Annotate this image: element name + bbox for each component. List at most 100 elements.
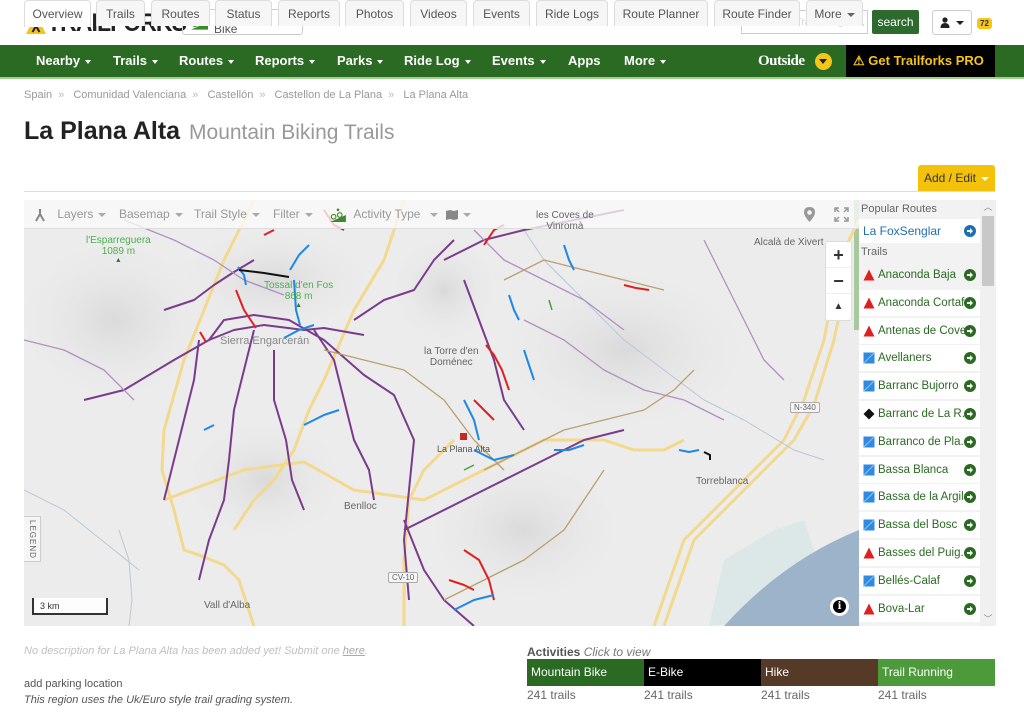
arrow-right-icon[interactable] [964, 296, 976, 309]
tab-overview[interactable]: Overview [24, 0, 91, 27]
info-icon[interactable] [830, 597, 849, 616]
compass-button[interactable]: ▲ [826, 294, 851, 320]
scroll-thumb[interactable] [982, 216, 994, 286]
activity-count: 241 trails [644, 688, 693, 702]
breadcrumb-item[interactable]: Comunidad Valenciana [73, 89, 186, 101]
notification-badge[interactable]: 72 [977, 18, 992, 29]
nav-nearby[interactable]: Nearby [36, 45, 92, 77]
nav-ride-log[interactable]: Ride Log [404, 45, 471, 77]
peak-elevation: 1089 m [101, 246, 136, 257]
tab-photos[interactable]: Photos [345, 0, 404, 26]
tab-route-planner[interactable]: Route Planner [614, 0, 708, 26]
scroll-up-icon[interactable]: ︿ [980, 200, 996, 214]
breadcrumb-item[interactable]: Spain [24, 89, 52, 101]
filter-button[interactable]: Filter [273, 200, 313, 229]
arrow-right-icon[interactable] [964, 574, 976, 587]
trail-list-item[interactable]: Bova-Lar [859, 595, 980, 622]
nav-apps[interactable]: Apps [568, 45, 601, 77]
trail-list-item[interactable]: Barranc Bujorro [859, 373, 980, 400]
arrow-right-icon[interactable] [964, 463, 976, 476]
nav-label: Apps [568, 53, 601, 68]
nav-label: Parks [337, 53, 373, 68]
trail-list-item[interactable]: Antenas de Coves [859, 317, 980, 344]
submit-description-link[interactable]: here [343, 645, 365, 657]
map-style-button[interactable] [446, 200, 471, 229]
nav-more[interactable]: More [624, 45, 667, 77]
trail-list-item[interactable]: Bassa Blanca [859, 456, 980, 483]
tab-status[interactable]: Status [215, 0, 272, 26]
arrow-right-icon[interactable] [964, 435, 976, 448]
grading-system-note: This region uses the Uk/Euro style trail… [24, 694, 294, 706]
region-name: La Plana Alta [24, 117, 181, 145]
trail-list-item[interactable]: Bassa de la Argila [859, 484, 980, 511]
panel-scrollbar[interactable]: ︿ ﹀ [980, 200, 996, 626]
activity-type-button[interactable]: Activity Type [330, 200, 439, 229]
blue-square-difficulty-icon [863, 519, 875, 531]
arrow-right-icon[interactable] [964, 491, 976, 504]
tab-videos[interactable]: Videos [410, 0, 467, 26]
arrow-right-icon[interactable] [964, 519, 976, 532]
zoom-out-button[interactable]: − [826, 268, 851, 294]
layers-button[interactable]: Layers [34, 200, 107, 229]
trail-list-item[interactable]: Avellaners [859, 345, 980, 372]
trail-style-button[interactable]: Trail Style [194, 200, 260, 229]
tab-ride-logs[interactable]: Ride Logs [536, 0, 608, 26]
map-label-town: Benlloc [344, 501, 377, 512]
arrow-right-icon[interactable] [964, 269, 976, 281]
arrow-right-icon[interactable] [964, 546, 976, 559]
breadcrumb-item[interactable]: Castellón [207, 89, 253, 101]
scroll-down-icon[interactable]: ﹀ [980, 612, 996, 626]
tab-reports[interactable]: Reports [278, 0, 340, 26]
arrow-right-icon[interactable] [964, 324, 976, 337]
zoom-in-button[interactable]: + [826, 242, 851, 268]
activity-mountain-bike[interactable]: Mountain Bike [527, 659, 644, 686]
outside-logo[interactable]: Outside [758, 53, 805, 70]
trail-name: Bellés-Calaf [878, 574, 940, 587]
trail-map[interactable]: Layers Basemap Trail Style Filter Activi… [24, 200, 859, 626]
region-marker-icon[interactable] [460, 433, 467, 440]
nav-events[interactable]: Events [492, 45, 546, 77]
trail-list-item[interactable]: Anaconda Baja [859, 262, 980, 288]
outside-dropdown-icon[interactable] [815, 53, 832, 70]
activity-trail-running[interactable]: Trail Running [878, 659, 995, 686]
breadcrumb-item[interactable]: Castellon de La Plana [275, 89, 383, 101]
map-label-town: la Torre d'en Doménec [424, 346, 479, 368]
trail-list-item[interactable]: Barranco de Pla... [859, 428, 980, 455]
trail-name: Barranc Bujorro [878, 380, 959, 393]
legend-toggle[interactable]: LEGEND [24, 516, 41, 562]
page-title: La Plana Alta Mountain Biking Trails [24, 117, 394, 146]
arrow-right-icon[interactable] [964, 602, 976, 615]
main-nav: Nearby Trails Routes Reports Parks Ride … [0, 45, 1024, 79]
trail-list-item[interactable]: Barranc de La R... [859, 400, 980, 427]
add-parking-link[interactable]: add parking location [24, 678, 122, 690]
nav-reports[interactable]: Reports [255, 45, 316, 77]
route-item[interactable]: La FoxSenglar [859, 219, 980, 243]
breadcrumb-item[interactable]: La Plana Alta [403, 89, 468, 101]
activity-hike[interactable]: Hike [761, 659, 878, 686]
locate-button[interactable] [804, 200, 815, 229]
fullscreen-button[interactable] [834, 200, 849, 229]
add-edit-button[interactable]: Add / Edit [918, 165, 995, 191]
tab-trails[interactable]: Trails [96, 0, 145, 26]
search-button[interactable]: search [872, 10, 919, 34]
nav-routes[interactable]: Routes [179, 45, 235, 77]
arrow-right-icon[interactable] [964, 352, 976, 365]
tab-route-finder[interactable]: Route Finder [714, 0, 800, 26]
arrow-right-icon[interactable] [964, 225, 976, 237]
basemap-button[interactable]: Basemap [119, 200, 183, 229]
activity-e-bike[interactable]: E-Bike [644, 659, 761, 686]
trail-list-item[interactable]: Bassa del Bosc [859, 512, 980, 539]
arrow-right-icon[interactable] [964, 380, 976, 393]
tab-routes[interactable]: Routes [151, 0, 210, 26]
road-shield: CV-10 [388, 572, 419, 583]
tab-events[interactable]: Events [473, 0, 530, 26]
trail-list-item[interactable]: Anaconda Cortaf... [859, 289, 980, 316]
nav-trails[interactable]: Trails [113, 45, 158, 77]
user-menu-button[interactable] [932, 10, 972, 35]
nav-parks[interactable]: Parks [337, 45, 384, 77]
trail-list-item[interactable]: Bellés-Calaf [859, 567, 980, 594]
get-pro-button[interactable]: ⚠ Get Trailforks PRO [846, 45, 995, 77]
arrow-right-icon[interactable] [964, 407, 976, 420]
trail-list-item[interactable]: Basses del Puig... [859, 539, 980, 566]
tab-more[interactable]: More [806, 0, 863, 26]
